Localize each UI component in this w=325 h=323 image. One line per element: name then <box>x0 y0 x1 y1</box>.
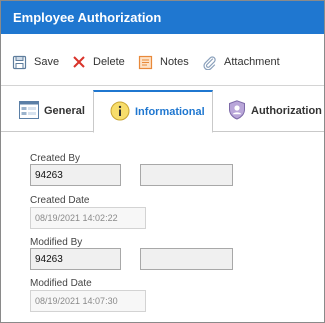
created-by-field[interactable]: 94263 <box>30 164 121 186</box>
created-date-field: 08/19/2021 14:02:22 <box>30 207 146 229</box>
notes-button[interactable]: Notes <box>138 45 189 79</box>
toolbar: Save Delete Notes Attachment <box>1 45 324 79</box>
created-date-label: Created Date <box>30 195 90 206</box>
delete-label: Delete <box>93 56 125 68</box>
created-by-name-field[interactable] <box>140 164 233 186</box>
close-icon <box>72 55 86 69</box>
notes-label: Notes <box>160 56 189 68</box>
modified-by-label: Modified By <box>30 237 83 248</box>
delete-button[interactable]: Delete <box>72 45 125 79</box>
toolbar-divider <box>1 85 324 86</box>
window-title: Employee Authorization <box>13 10 162 25</box>
dialog-window: Employee Authorization Save Delete Notes… <box>0 0 325 323</box>
save-label: Save <box>34 56 60 68</box>
attachment-label: Attachment <box>224 56 280 68</box>
title-bar: Employee Authorization <box>1 1 324 34</box>
modified-date-field: 08/19/2021 14:07:30 <box>30 290 146 312</box>
shield-user-icon <box>228 99 246 123</box>
tab-informational[interactable]: Informational <box>93 90 213 133</box>
save-button[interactable]: Save <box>12 45 59 79</box>
created-by-label: Created By <box>30 153 81 164</box>
tab-general-label: General <box>44 105 85 117</box>
save-icon <box>12 55 27 70</box>
tab-authorization-label: Authorization Co <box>251 105 325 117</box>
info-icon <box>110 101 130 124</box>
tab-general[interactable]: General <box>19 90 85 132</box>
modified-by-field[interactable]: 94263 <box>30 248 121 270</box>
informational-panel: Created By 94263 Created Date 08/19/2021… <box>1 132 324 322</box>
modified-date-label: Modified Date <box>30 278 92 289</box>
tab-authorization[interactable]: Authorization Co <box>228 90 325 132</box>
paperclip-icon <box>202 55 217 70</box>
form-icon <box>19 100 39 122</box>
tab-informational-label: Informational <box>135 106 205 118</box>
tab-strip: General Informational Authorization <box>1 90 325 133</box>
attachment-button[interactable]: Attachment <box>202 45 280 79</box>
notes-icon <box>138 55 153 70</box>
modified-by-name-field[interactable] <box>140 248 233 270</box>
